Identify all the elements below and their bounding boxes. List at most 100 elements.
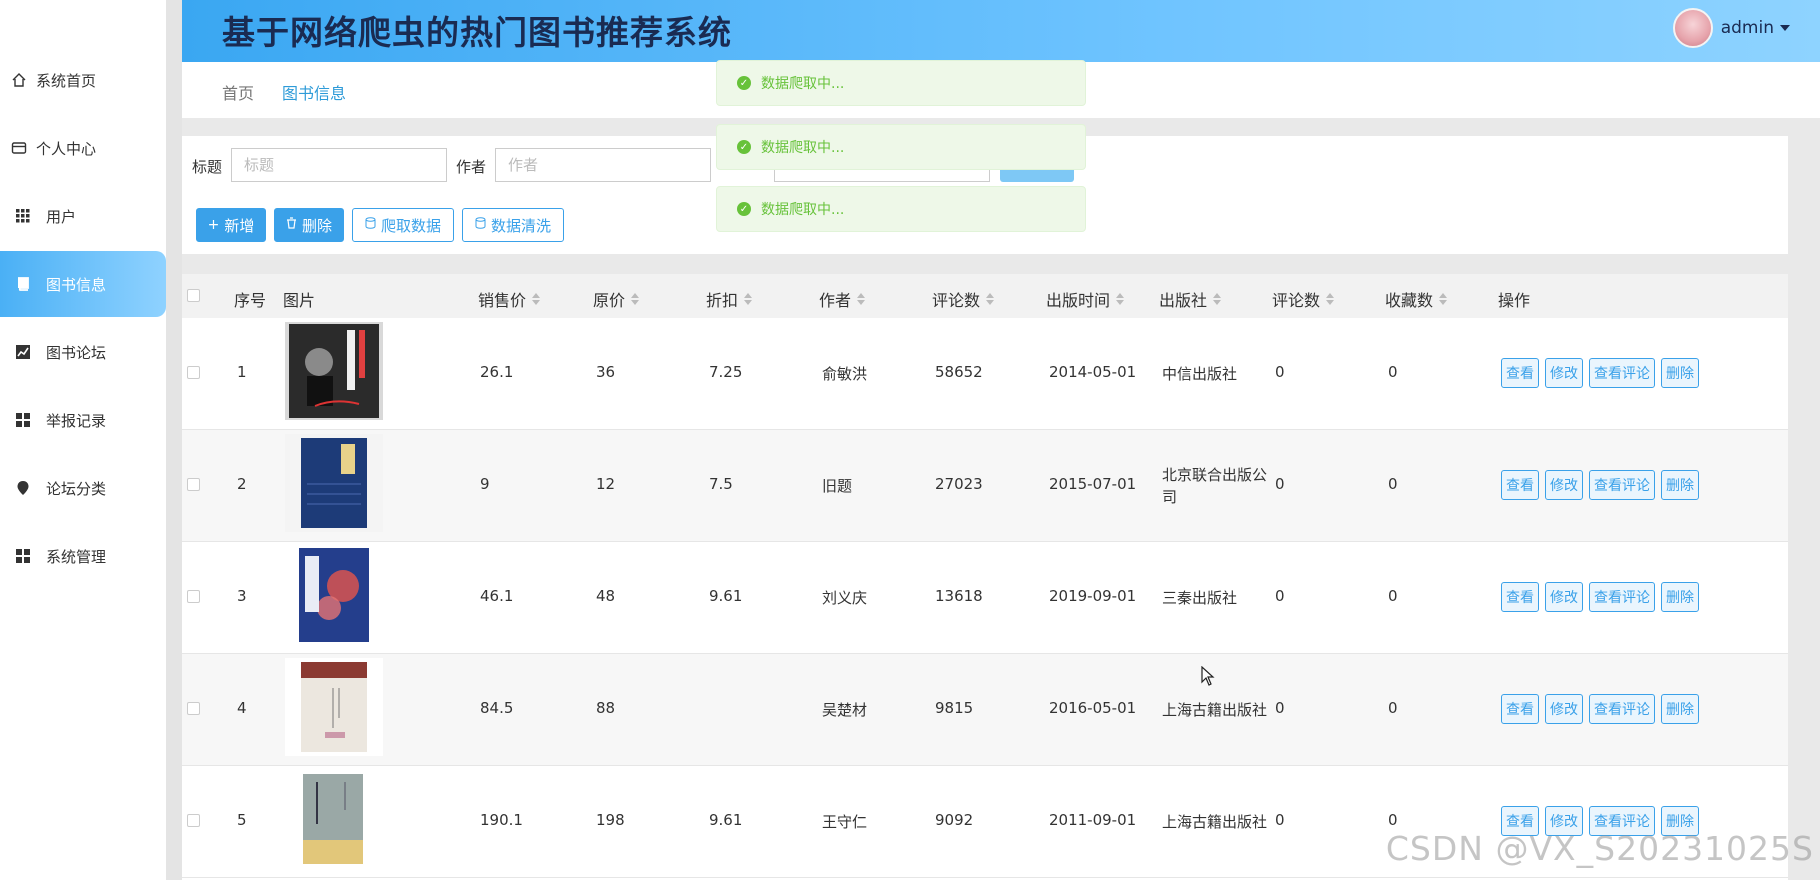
row-checkbox[interactable] xyxy=(187,702,200,715)
col-comments[interactable]: 评论数 xyxy=(1272,287,1335,311)
cell-publish-date: 2011-09-01 xyxy=(1049,811,1137,829)
col-original-price[interactable]: 原价 xyxy=(593,287,640,311)
cell-reviews: 27023 xyxy=(935,475,983,493)
sidebar-item-profile[interactable]: 个人中心 xyxy=(0,115,166,181)
select-all-checkbox[interactable] xyxy=(187,289,200,302)
view-comments-button[interactable]: 查看评论 xyxy=(1589,582,1655,612)
sidebar-item-label: 举报记录 xyxy=(46,411,107,430)
cell-price: 26.1 xyxy=(480,363,514,381)
table-row: 3 46.1 48 9.61 刘义庆 13618 2019-09-01 三秦出版… xyxy=(182,542,1788,654)
view-button[interactable]: 查看 xyxy=(1501,582,1539,612)
user-name: admin xyxy=(1720,18,1774,38)
plus-icon: + xyxy=(207,217,220,233)
table-row: 4 84.5 88 吴楚材 9815 2016-05-01 上海古籍出版社 0 … xyxy=(182,654,1788,766)
crawl-button[interactable]: 爬取数据 xyxy=(352,208,454,242)
delete-row-button[interactable]: 删除 xyxy=(1661,694,1699,724)
sidebar-item-forum-category[interactable]: 论坛分类 xyxy=(0,455,166,521)
sort-icon xyxy=(532,293,541,305)
cell-publish-date: 2014-05-01 xyxy=(1049,363,1137,381)
cell-author: 吴楚材 xyxy=(822,701,868,719)
book-cover[interactable] xyxy=(285,546,383,644)
cell-author: 刘义庆 xyxy=(822,589,868,607)
edit-button[interactable]: 修改 xyxy=(1545,470,1583,500)
table-header: 序号 图片 销售价 原价 折扣 作者 评论数 出版时间 出版社 评论数 收藏数 … xyxy=(182,274,1788,318)
book-icon xyxy=(14,275,32,293)
cell-publish-date: 2016-05-01 xyxy=(1049,699,1137,717)
chart-icon xyxy=(14,343,32,361)
toast-message: ✓ 数据爬取中... xyxy=(716,124,1086,170)
sort-icon xyxy=(1326,293,1335,305)
cell-price: 190.1 xyxy=(480,811,523,829)
book-cover[interactable] xyxy=(285,770,383,868)
col-price[interactable]: 销售价 xyxy=(478,287,541,311)
cell-favorites: 0 xyxy=(1388,699,1398,717)
cell-original-price: 12 xyxy=(596,475,616,493)
col-author[interactable]: 作者 xyxy=(819,287,866,311)
clean-button[interactable]: 数据清洗 xyxy=(462,208,564,242)
row-checkbox[interactable] xyxy=(187,814,200,827)
sidebar-item-system[interactable]: 系统管理 xyxy=(0,523,166,589)
view-comments-button[interactable]: 查看评论 xyxy=(1589,470,1655,500)
app-title: 基于网络爬虫的热门图书推荐系统 xyxy=(222,13,732,52)
add-button[interactable]: + 新增 xyxy=(196,208,266,242)
view-comments-button[interactable]: 查看评论 xyxy=(1589,694,1655,724)
col-index: 序号 xyxy=(234,291,267,310)
cell-publish-date: 2015-07-01 xyxy=(1049,475,1137,493)
row-checkbox[interactable] xyxy=(187,590,200,603)
view-comments-button[interactable]: 查看评论 xyxy=(1589,358,1655,388)
delete-row-button[interactable]: 删除 xyxy=(1661,582,1699,612)
col-publish-date[interactable]: 出版时间 xyxy=(1046,287,1125,311)
delete-row-button[interactable]: 删除 xyxy=(1661,470,1699,500)
author-input[interactable] xyxy=(495,148,711,182)
col-reviews[interactable]: 评论数 xyxy=(932,287,995,311)
cell-discount: 9.61 xyxy=(709,811,743,829)
toast-message: ✓ 数据爬取中... xyxy=(716,60,1086,106)
mouse-cursor-icon xyxy=(1201,665,1215,690)
view-button[interactable]: 查看 xyxy=(1501,694,1539,724)
book-cover[interactable] xyxy=(285,322,383,420)
sort-icon xyxy=(744,293,753,305)
col-actions: 操作 xyxy=(1498,291,1531,310)
edit-button[interactable]: 修改 xyxy=(1545,694,1583,724)
breadcrumb-home[interactable]: 首页 xyxy=(222,80,254,104)
database-icon xyxy=(365,217,376,233)
delete-row-button[interactable]: 删除 xyxy=(1661,358,1699,388)
col-image: 图片 xyxy=(283,291,316,310)
cell-publish-date: 2019-09-01 xyxy=(1049,587,1137,605)
sidebar-item-reports[interactable]: 举报记录 xyxy=(0,387,166,453)
edit-button[interactable]: 修改 xyxy=(1545,582,1583,612)
sidebar-item-book-info[interactable]: 图书信息 xyxy=(0,251,166,317)
sidebar-item-forum[interactable]: 图书论坛 xyxy=(0,319,166,385)
cell-favorites: 0 xyxy=(1388,811,1398,829)
edit-button[interactable]: 修改 xyxy=(1545,358,1583,388)
sidebar-item-label: 论坛分类 xyxy=(46,479,107,498)
sidebar-item-users[interactable]: 用户 xyxy=(0,183,166,249)
sidebar-item-label: 系统首页 xyxy=(36,71,97,90)
cell-author: 旧题 xyxy=(822,477,853,495)
sidebar-item-label: 图书信息 xyxy=(46,275,107,294)
cell-discount: 7.25 xyxy=(709,363,743,381)
sidebar-item-home[interactable]: 系统首页 xyxy=(0,47,166,113)
cell-price: 9 xyxy=(480,475,490,493)
cell-comments: 0 xyxy=(1275,475,1285,493)
book-cover[interactable] xyxy=(285,434,383,532)
cell-index: 5 xyxy=(237,811,247,829)
cell-comments: 0 xyxy=(1275,587,1285,605)
row-checkbox[interactable] xyxy=(187,478,200,491)
cell-publisher: 北京联合出版公司 xyxy=(1162,466,1268,506)
view-button[interactable]: 查看 xyxy=(1501,470,1539,500)
user-menu[interactable]: admin xyxy=(1672,8,1790,48)
delete-button[interactable]: 删除 xyxy=(274,208,344,242)
title-input[interactable] xyxy=(231,148,447,182)
cell-reviews: 13618 xyxy=(935,587,983,605)
cell-publisher: 上海古籍出版社 xyxy=(1162,813,1268,831)
col-publisher[interactable]: 出版社 xyxy=(1159,287,1222,311)
avatar xyxy=(1672,8,1713,48)
row-checkbox[interactable] xyxy=(187,366,200,379)
col-discount[interactable]: 折扣 xyxy=(706,287,753,311)
book-cover[interactable] xyxy=(285,658,383,756)
view-button[interactable]: 查看 xyxy=(1501,358,1539,388)
col-favorites[interactable]: 收藏数 xyxy=(1385,287,1448,311)
book-table: 序号 图片 销售价 原价 折扣 作者 评论数 出版时间 出版社 评论数 收藏数 … xyxy=(182,274,1788,880)
cell-comments: 0 xyxy=(1275,363,1285,381)
